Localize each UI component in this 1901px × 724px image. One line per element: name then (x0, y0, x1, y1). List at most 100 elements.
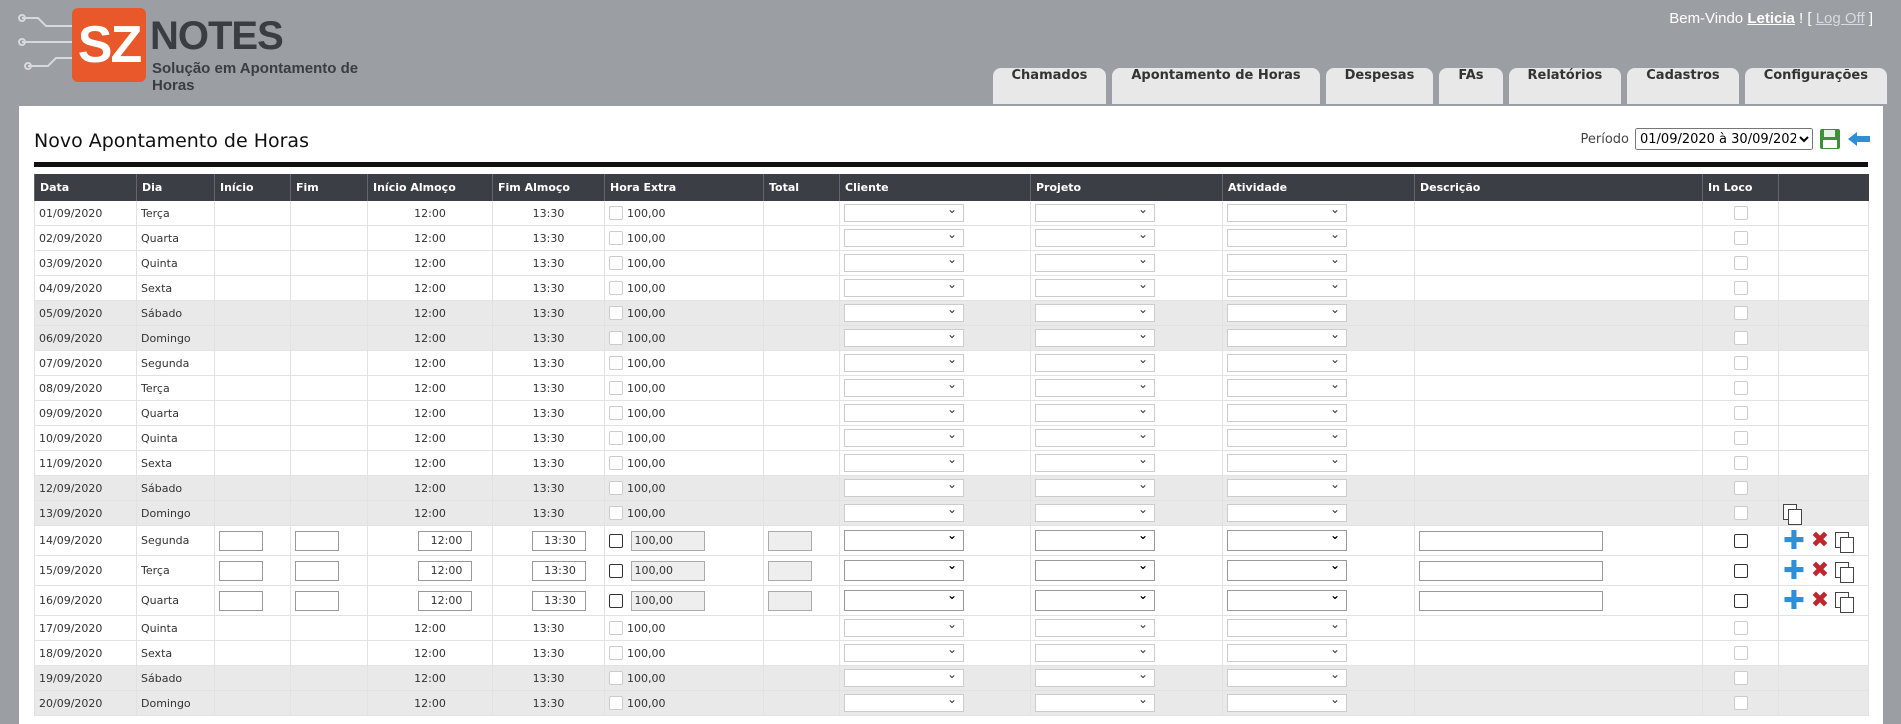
cell-actions[interactable] (1778, 500, 1869, 526)
table-row: 09/09/2020 Quarta 12:00 13:30 100,00 (34, 400, 1869, 426)
cell-inicio-almoco[interactable]: 12:00 (367, 555, 493, 586)
tab-fas[interactable]: FAs (1439, 68, 1503, 104)
copy-icon[interactable] (1835, 591, 1855, 613)
client-select[interactable] (844, 558, 964, 581)
activity-select[interactable] (1227, 588, 1347, 611)
cell-descricao[interactable] (1414, 585, 1703, 616)
cell-in-loco[interactable] (1702, 525, 1779, 556)
lunch-start-text: 12:00 (414, 356, 446, 370)
plus-icon[interactable]: ✚ (1783, 528, 1805, 554)
cell-inicio[interactable] (214, 585, 291, 616)
description-input[interactable] (1419, 560, 1603, 581)
start-input[interactable] (219, 590, 263, 611)
cell-fim[interactable] (290, 525, 368, 556)
in-loco-checkbox[interactable] (1733, 563, 1748, 578)
cell-atividade[interactable] (1222, 555, 1415, 586)
cell-projeto[interactable] (1030, 555, 1223, 586)
in-loco-checkbox (1733, 306, 1748, 320)
cell-actions[interactable]: ✚ ✖ (1778, 555, 1869, 586)
delete-x-icon[interactable]: ✖ (1811, 559, 1829, 581)
end-input[interactable] (295, 590, 339, 611)
lunch-end-input[interactable]: 13:30 (531, 590, 586, 611)
day-text: Sábado (141, 671, 183, 685)
cell-actions[interactable]: ✚ ✖ (1778, 585, 1869, 616)
description-input[interactable] (1419, 590, 1603, 611)
cell-atividade[interactable] (1222, 585, 1415, 616)
save-icon[interactable] (1819, 128, 1841, 150)
overtime-checkbox[interactable] (609, 593, 623, 608)
tab-relatorios[interactable]: Relatórios (1508, 68, 1622, 104)
copy-icon[interactable] (1835, 561, 1855, 583)
cell-fim[interactable] (290, 555, 368, 586)
cell-cliente[interactable] (839, 555, 1031, 586)
lunch-start-input[interactable]: 12:00 (418, 560, 472, 581)
user-link[interactable]: Leticia (1747, 10, 1795, 27)
project-select[interactable] (1035, 588, 1155, 611)
cell-inicio-almoco[interactable]: 12:00 (367, 585, 493, 616)
overtime-checkbox[interactable] (609, 533, 623, 548)
lunch-start-input[interactable]: 12:00 (418, 530, 472, 551)
project-select[interactable] (1035, 528, 1155, 551)
cell-hora-extra[interactable]: 100,00 (604, 525, 764, 556)
client-select[interactable] (844, 528, 964, 551)
cell-actions[interactable]: ✚ ✖ (1778, 525, 1869, 556)
end-input[interactable] (295, 560, 339, 581)
cell-in-loco[interactable] (1702, 585, 1779, 616)
cell-fim-almoco[interactable]: 13:30 (492, 525, 605, 556)
end-input[interactable] (295, 530, 339, 551)
tab-chamados[interactable]: Chamados (992, 68, 1107, 104)
cell-projeto[interactable] (1030, 525, 1223, 556)
cell-inicio-almoco: 12:00 (367, 665, 493, 691)
in-loco-checkbox (1733, 206, 1748, 220)
tab-apontamento[interactable]: Apontamento de Horas (1112, 68, 1320, 104)
delete-x-icon[interactable]: ✖ (1811, 529, 1829, 551)
cell-fim-almoco[interactable]: 13:30 (492, 585, 605, 616)
cell-hora-extra[interactable]: 100,00 (604, 585, 764, 616)
cell-descricao[interactable] (1414, 525, 1703, 556)
cell-cliente[interactable] (839, 585, 1031, 616)
cell-in-loco[interactable] (1702, 555, 1779, 586)
start-input[interactable] (219, 560, 263, 581)
overtime-checkbox[interactable] (609, 563, 623, 578)
cell-descricao[interactable] (1414, 555, 1703, 586)
copy-icon[interactable] (1835, 531, 1855, 553)
lunch-end-input[interactable]: 13:30 (531, 560, 586, 581)
project-select[interactable] (1035, 558, 1155, 581)
cell-hora-extra[interactable]: 100,00 (604, 555, 764, 586)
column-header: Atividade (1222, 174, 1415, 201)
overtime-checkbox (609, 621, 623, 635)
logoff-link[interactable]: Log Off (1816, 10, 1865, 27)
cell-cliente[interactable] (839, 525, 1031, 556)
back-arrow-icon[interactable] (1847, 130, 1871, 148)
plus-icon[interactable]: ✚ (1783, 588, 1805, 614)
start-input[interactable] (219, 530, 263, 551)
table-row: 04/09/2020 Sexta 12:00 13:30 100,00 (34, 275, 1869, 301)
cell-atividade[interactable] (1222, 525, 1415, 556)
cell-hora-extra: 100,00 (604, 665, 764, 691)
delete-x-icon[interactable]: ✖ (1811, 589, 1829, 611)
cell-projeto (1030, 225, 1223, 251)
tab-despesas[interactable]: Despesas (1325, 68, 1434, 104)
client-select[interactable] (844, 588, 964, 611)
activity-select[interactable] (1227, 558, 1347, 581)
cell-fim-almoco: 13:30 (492, 665, 605, 691)
tab-configuracoes[interactable]: Configurações (1744, 68, 1887, 104)
lunch-start-input[interactable]: 12:00 (418, 590, 472, 611)
copy-icon[interactable] (1783, 504, 1802, 525)
in-loco-checkbox[interactable] (1733, 533, 1748, 548)
cell-inicio[interactable] (214, 525, 291, 556)
activity-select[interactable] (1227, 528, 1347, 551)
cell-fim[interactable] (290, 585, 368, 616)
cell-data: 09/09/2020 (34, 400, 137, 426)
cell-inicio-almoco[interactable]: 12:00 (367, 525, 493, 556)
cell-fim-almoco[interactable]: 13:30 (492, 555, 605, 586)
cell-projeto[interactable] (1030, 585, 1223, 616)
tab-cadastros[interactable]: Cadastros (1627, 68, 1739, 104)
cell-inicio[interactable] (214, 555, 291, 586)
description-input[interactable] (1419, 530, 1603, 551)
periodo-select[interactable]: 01/09/2020 à 30/09/2020 (1635, 128, 1813, 150)
cell-projeto (1030, 500, 1223, 526)
lunch-end-input[interactable]: 13:30 (531, 530, 586, 551)
in-loco-checkbox[interactable] (1733, 593, 1748, 608)
plus-icon[interactable]: ✚ (1783, 558, 1805, 584)
